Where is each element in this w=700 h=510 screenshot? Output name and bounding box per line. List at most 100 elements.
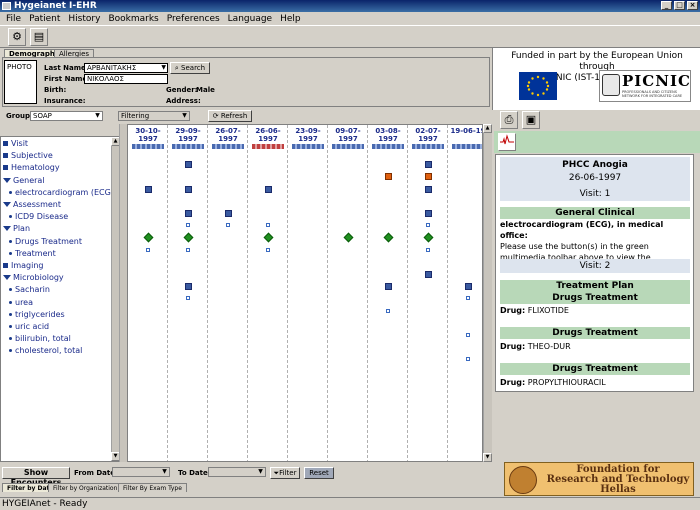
tree-node[interactable]: Microbiology — [3, 273, 64, 282]
tree-node[interactable]: ICD9 Disease — [9, 212, 68, 221]
event-marker[interactable] — [425, 271, 432, 278]
tree-node[interactable]: General — [3, 176, 45, 185]
tab-filter-by-organization[interactable]: Filter by Organization — [48, 483, 123, 492]
menu-preferences[interactable]: Preferences — [163, 12, 224, 25]
tree-node[interactable]: Assessment — [3, 200, 61, 209]
filter-button[interactable]: ⏷Filter — [270, 467, 300, 479]
expand-triangle-icon[interactable] — [3, 226, 11, 232]
date-header[interactable]: 23-09-1997 — [288, 127, 328, 143]
tree-node[interactable]: electrocardiogram (ECG — [9, 188, 111, 197]
event-marker[interactable] — [386, 308, 390, 313]
date-header[interactable]: 29-09-1997 — [168, 127, 208, 143]
minimize-button[interactable]: _ — [661, 1, 672, 10]
event-marker[interactable] — [185, 161, 192, 169]
date-header[interactable]: 26-07-1997 — [208, 127, 248, 143]
event-marker[interactable] — [266, 247, 270, 252]
tab-filter-by-exam-type[interactable]: Filter By Exam Type — [118, 483, 187, 492]
event-marker[interactable] — [466, 357, 470, 362]
visit-bar[interactable] — [292, 144, 324, 149]
visit-bar[interactable] — [332, 144, 364, 149]
event-marker[interactable] — [186, 223, 190, 228]
visit-bar[interactable] — [172, 144, 204, 149]
date-header[interactable]: 30-10-1997 — [128, 127, 168, 143]
tree-node[interactable]: Visit — [3, 139, 28, 148]
window-icon[interactable]: ▣ — [522, 111, 540, 129]
date-header[interactable]: 02-07-1997 — [408, 127, 448, 143]
menu-help[interactable]: Help — [276, 12, 305, 25]
event-marker[interactable] — [385, 173, 392, 181]
event-marker[interactable] — [225, 210, 232, 217]
visit-bar[interactable] — [132, 144, 164, 149]
tree-node[interactable]: Sacharin — [9, 285, 50, 294]
event-marker[interactable] — [185, 185, 192, 193]
date-header[interactable]: 26-06-1997 — [248, 127, 288, 143]
splitter[interactable] — [119, 124, 127, 462]
visit-bar[interactable] — [372, 144, 404, 149]
search-button[interactable]: ⌕ Search — [170, 62, 210, 74]
group-select[interactable]: SOAP ▼ — [30, 111, 103, 121]
visit-bar[interactable] — [412, 144, 444, 149]
event-marker[interactable] — [146, 247, 150, 252]
menu-patient[interactable]: Patient — [25, 12, 64, 25]
visit-bar[interactable] — [252, 144, 284, 149]
first-name-field[interactable]: ΝΙΚΟΛΑΟΣ — [84, 74, 168, 84]
tree-node[interactable]: bilirubin, total — [9, 334, 71, 343]
scroll-down-icon[interactable]: ▼ — [483, 453, 492, 462]
tree-node[interactable]: Imaging — [3, 261, 44, 270]
menu-bookmarks[interactable]: Bookmarks — [104, 12, 162, 25]
cardiograph-icon[interactable] — [498, 133, 516, 151]
event-marker[interactable] — [265, 185, 272, 193]
menu-file[interactable]: File — [2, 12, 25, 25]
event-marker[interactable] — [465, 283, 472, 291]
event-marker[interactable] — [425, 185, 432, 193]
event-marker[interactable] — [425, 173, 432, 181]
expand-triangle-icon[interactable] — [3, 202, 11, 207]
event-marker[interactable] — [426, 223, 430, 228]
last-name-input[interactable]: ΑΡΒΑΝΙΤΑΚΗΣ ▼ — [84, 63, 168, 73]
tree-node[interactable]: Plan — [3, 224, 30, 233]
print-icon[interactable]: ▤ — [30, 28, 48, 46]
visit-bar[interactable] — [212, 144, 244, 149]
tree-node[interactable]: Subjective — [3, 151, 53, 160]
tree-node[interactable]: Treatment — [9, 249, 56, 258]
tree-node[interactable]: triglycerides — [9, 310, 65, 319]
visit-bar[interactable] — [452, 144, 482, 149]
expand-triangle-icon[interactable] — [3, 275, 11, 281]
print-record-icon[interactable]: ⎙ — [500, 111, 518, 129]
to-date-select[interactable]: ▼ — [208, 467, 266, 477]
expand-triangle-icon[interactable] — [3, 177, 11, 183]
date-header[interactable]: 19-06-19 — [448, 127, 482, 135]
show-encounters-button[interactable]: Show Encounters — [2, 467, 70, 487]
tree-node[interactable]: Hematology — [3, 163, 60, 172]
event-marker[interactable] — [425, 210, 432, 217]
event-marker[interactable] — [145, 185, 152, 193]
settings-gear-icon[interactable]: ⚙ — [8, 28, 26, 46]
event-marker[interactable] — [466, 296, 470, 301]
refresh-button[interactable]: ⟳ Refresh — [208, 110, 252, 122]
menu-history[interactable]: History — [64, 12, 104, 25]
close-button[interactable]: × — [687, 1, 698, 10]
date-header[interactable]: 03-08-1997 — [368, 127, 408, 143]
date-header[interactable]: 09-07-1997 — [328, 127, 368, 143]
tree-node[interactable]: urea — [9, 298, 33, 307]
scroll-up-icon[interactable]: ▲ — [483, 124, 492, 133]
filtering-select[interactable]: Filtering ▼ — [118, 111, 190, 121]
tree-node[interactable]: cholesterol, total — [9, 346, 82, 355]
event-marker[interactable] — [466, 333, 470, 337]
maximize-button[interactable]: □ — [674, 1, 685, 10]
event-marker[interactable] — [226, 223, 230, 228]
event-marker[interactable] — [266, 223, 270, 228]
event-marker[interactable] — [185, 283, 192, 291]
event-marker[interactable] — [185, 210, 192, 217]
tree-node[interactable]: uric acid — [9, 322, 49, 331]
event-marker[interactable] — [385, 283, 392, 291]
timeline-scrollbar[interactable]: ▲ ▼ — [483, 124, 492, 462]
event-marker[interactable] — [426, 247, 430, 252]
event-marker[interactable] — [186, 296, 190, 301]
menu-language[interactable]: Language — [224, 12, 276, 25]
event-marker[interactable] — [186, 247, 190, 252]
chevron-down-icon[interactable]: ▼ — [161, 64, 166, 72]
tree-node[interactable]: Drugs Treatment — [9, 237, 82, 246]
from-date-select[interactable]: ▼ — [112, 467, 170, 477]
event-marker[interactable] — [425, 161, 432, 169]
